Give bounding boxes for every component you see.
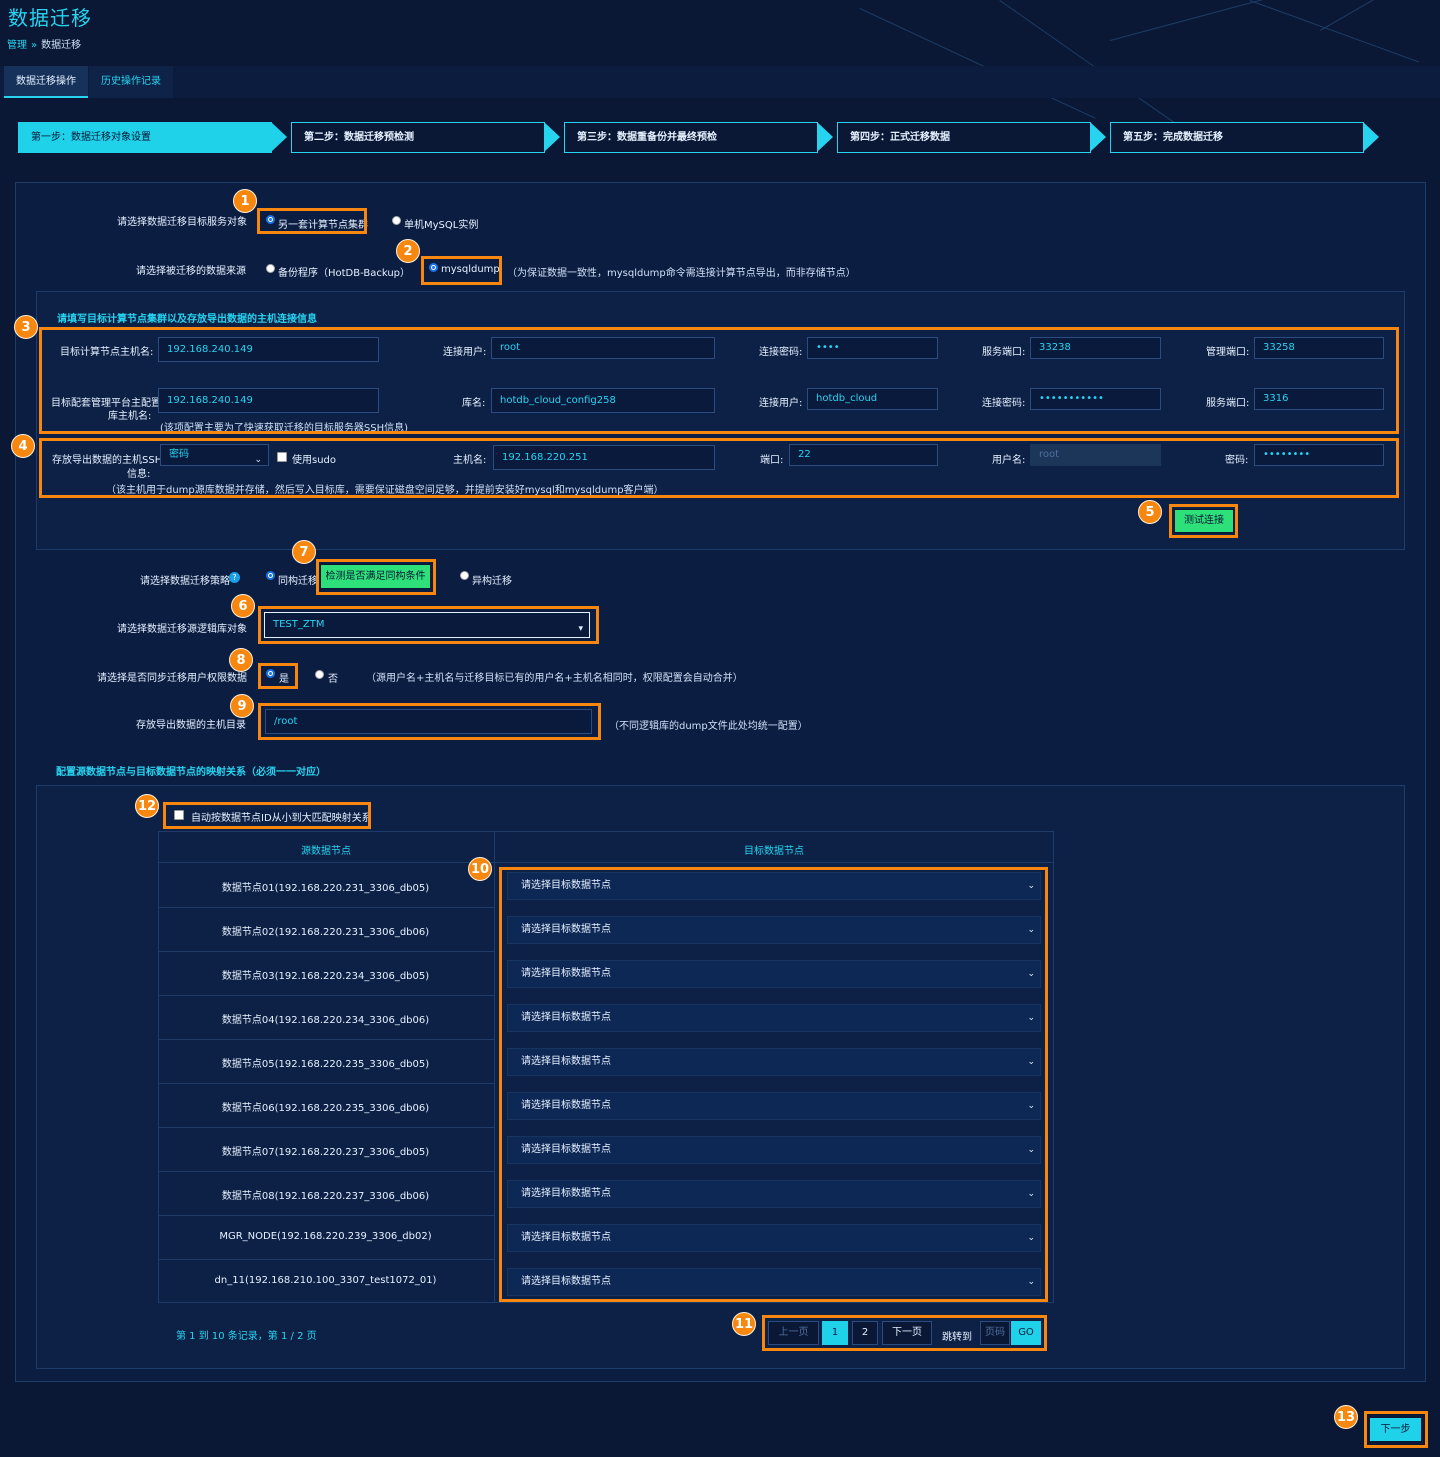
row-divider xyxy=(158,1171,494,1172)
column-divider xyxy=(494,831,495,1303)
source-node-cell: 数据节点05(192.168.220.235_3306_db05) xyxy=(221,1059,430,1070)
tab-bar xyxy=(0,66,1440,98)
step-arrow-icon xyxy=(1090,122,1106,152)
step-badge-5: 5 xyxy=(1138,500,1162,524)
radio-sync-no-label[interactable]: 否 xyxy=(328,670,338,685)
step-badge-11: 11 xyxy=(732,1312,756,1336)
highlight-box xyxy=(258,606,599,644)
highlight-box xyxy=(257,208,367,234)
highlight-box xyxy=(499,867,1048,1302)
row-divider xyxy=(158,951,494,952)
record-info: 第 1 到 10 条记录，第 1 / 2 页 xyxy=(176,1331,317,1342)
page-title: 数据迁移 xyxy=(8,6,92,30)
step-1-label: 第一步：数据迁移对象设置 xyxy=(18,122,272,153)
breadcrumb-link-manage[interactable]: 管理 xyxy=(7,40,27,51)
step-arrow-icon xyxy=(1363,122,1379,152)
highlight-box xyxy=(762,1315,1047,1351)
step-arrow-icon xyxy=(271,122,287,152)
step-badge-12: 12 xyxy=(135,794,159,818)
source-node-cell: 数据节点01(192.168.220.231_3306_db05) xyxy=(221,883,430,894)
highlight-box xyxy=(316,559,436,595)
highlight-box xyxy=(1169,504,1238,538)
row-divider xyxy=(158,862,1054,863)
step-5-label: 第五步：完成数据迁移 xyxy=(1110,122,1364,153)
step-badge-6: 6 xyxy=(231,594,255,618)
row-divider xyxy=(158,1127,494,1128)
step-badge-3: 3 xyxy=(14,315,38,339)
radio-strategy-homogeneous[interactable] xyxy=(266,571,275,580)
source-node-cell: 数据节点02(192.168.220.231_3306_db06) xyxy=(221,927,430,938)
highlight-box xyxy=(421,256,502,285)
radio-strategy-homogeneous-label[interactable]: 同构迁移 xyxy=(278,572,318,587)
tab-migration-operation[interactable]: 数据迁移操作 xyxy=(4,66,88,98)
export-dir-hint: （不同逻辑库的dump文件此处均统一配置） xyxy=(609,721,808,732)
step-badge-4: 4 xyxy=(11,434,35,458)
export-dir-label: 存放导出数据的主机目录 xyxy=(136,720,246,731)
radio-target-mysql-label[interactable]: 单机MySQL实例 xyxy=(404,216,478,231)
radio-source-backup[interactable] xyxy=(266,264,275,273)
highlight-box xyxy=(39,438,1399,498)
step-arrow-icon xyxy=(817,122,833,152)
decor-line xyxy=(1110,0,1352,41)
decor-line xyxy=(1249,0,1420,63)
column-header-source: 源数据节点 xyxy=(301,846,351,857)
source-node-cell: 数据节点08(192.168.220.237_3306_db06) xyxy=(221,1191,430,1202)
radio-target-mysql[interactable] xyxy=(392,216,401,225)
breadcrumb-current: 数据迁移 xyxy=(41,40,82,51)
strategy-label: 请选择数据迁移策略 xyxy=(140,576,230,587)
highlight-box xyxy=(163,802,371,829)
logical-db-label: 请选择数据迁移源逻辑库对象 xyxy=(117,624,247,635)
sync-privs-label: 请选择是否同步迁移用户权限数据 xyxy=(97,673,247,684)
highlight-box xyxy=(39,327,1399,434)
decor-line xyxy=(999,0,1181,128)
source-node-cell: 数据节点07(192.168.220.237_3306_db05) xyxy=(221,1147,430,1158)
decor-line xyxy=(1320,0,1416,31)
source-node-cell: 数据节点03(192.168.220.234_3306_db05) xyxy=(221,971,430,982)
data-source-hint: （为保证数据一致性，mysqldump命令需连接计算节点导出，而非存储节点） xyxy=(507,268,856,279)
step-badge-2: 2 xyxy=(396,239,420,263)
radio-source-backup-label[interactable]: 备份程序（HotDB-Backup） xyxy=(278,264,410,279)
row-divider xyxy=(158,995,494,996)
source-node-cell: 数据节点06(192.168.220.235_3306_db06) xyxy=(221,1103,430,1114)
sync-privs-hint: （源用户名+主机名与迁移目标已有的用户名+主机名相同时，权限配置会自动合并） xyxy=(366,673,743,684)
row-divider xyxy=(158,1039,494,1040)
decor-line xyxy=(859,8,1096,119)
target-service-label: 请选择数据迁移目标服务对象 xyxy=(117,217,247,228)
step-badge-10: 10 xyxy=(468,857,492,881)
data-source-label: 请选择被迁移的数据来源 xyxy=(136,266,246,277)
step-4-label: 第四步：正式迁移数据 xyxy=(837,122,1091,153)
source-node-cell: 数据节点04(192.168.220.234_3306_db06) xyxy=(221,1015,430,1026)
column-header-target: 目标数据节点 xyxy=(744,846,804,857)
step-badge-9: 9 xyxy=(230,694,254,718)
highlight-box xyxy=(258,703,601,740)
step-badge-13: 13 xyxy=(1334,1405,1358,1429)
step-2-label: 第二步：数据迁移预检测 xyxy=(291,122,545,153)
step-badge-7: 7 xyxy=(292,540,316,564)
source-node-cell: dn_11(192.168.210.100_3307_test1072_01) xyxy=(214,1275,437,1286)
row-divider xyxy=(158,1259,494,1260)
row-divider xyxy=(158,1215,494,1216)
tab-history-records[interactable]: 历史操作记录 xyxy=(89,66,173,98)
row-divider xyxy=(158,1083,494,1084)
radio-strategy-heterogeneous[interactable] xyxy=(460,571,469,580)
mapping-section-title: 配置源数据节点与目标数据节点的映射关系（必须一一对应） xyxy=(56,767,326,778)
highlight-box xyxy=(1364,1411,1428,1448)
source-node-cell: MGR_NODE(192.168.220.239_3306_db02) xyxy=(219,1231,432,1242)
highlight-box xyxy=(258,663,298,689)
radio-sync-no[interactable] xyxy=(315,670,324,679)
step-badge-8: 8 xyxy=(229,648,253,672)
breadcrumb-separator: » xyxy=(31,40,38,51)
step-badge-1: 1 xyxy=(233,189,257,213)
breadcrumb: 管理 » 数据迁移 xyxy=(7,36,81,51)
connection-section-title: 请填写目标计算节点集群以及存放导出数据的主机连接信息 xyxy=(57,314,317,325)
step-3-label: 第三步：数据重备份并最终预检 xyxy=(564,122,818,153)
step-arrow-icon xyxy=(544,122,560,152)
help-icon[interactable]: ? xyxy=(229,572,240,583)
radio-strategy-heterogeneous-label[interactable]: 异构迁移 xyxy=(472,572,512,587)
row-divider xyxy=(158,907,494,908)
